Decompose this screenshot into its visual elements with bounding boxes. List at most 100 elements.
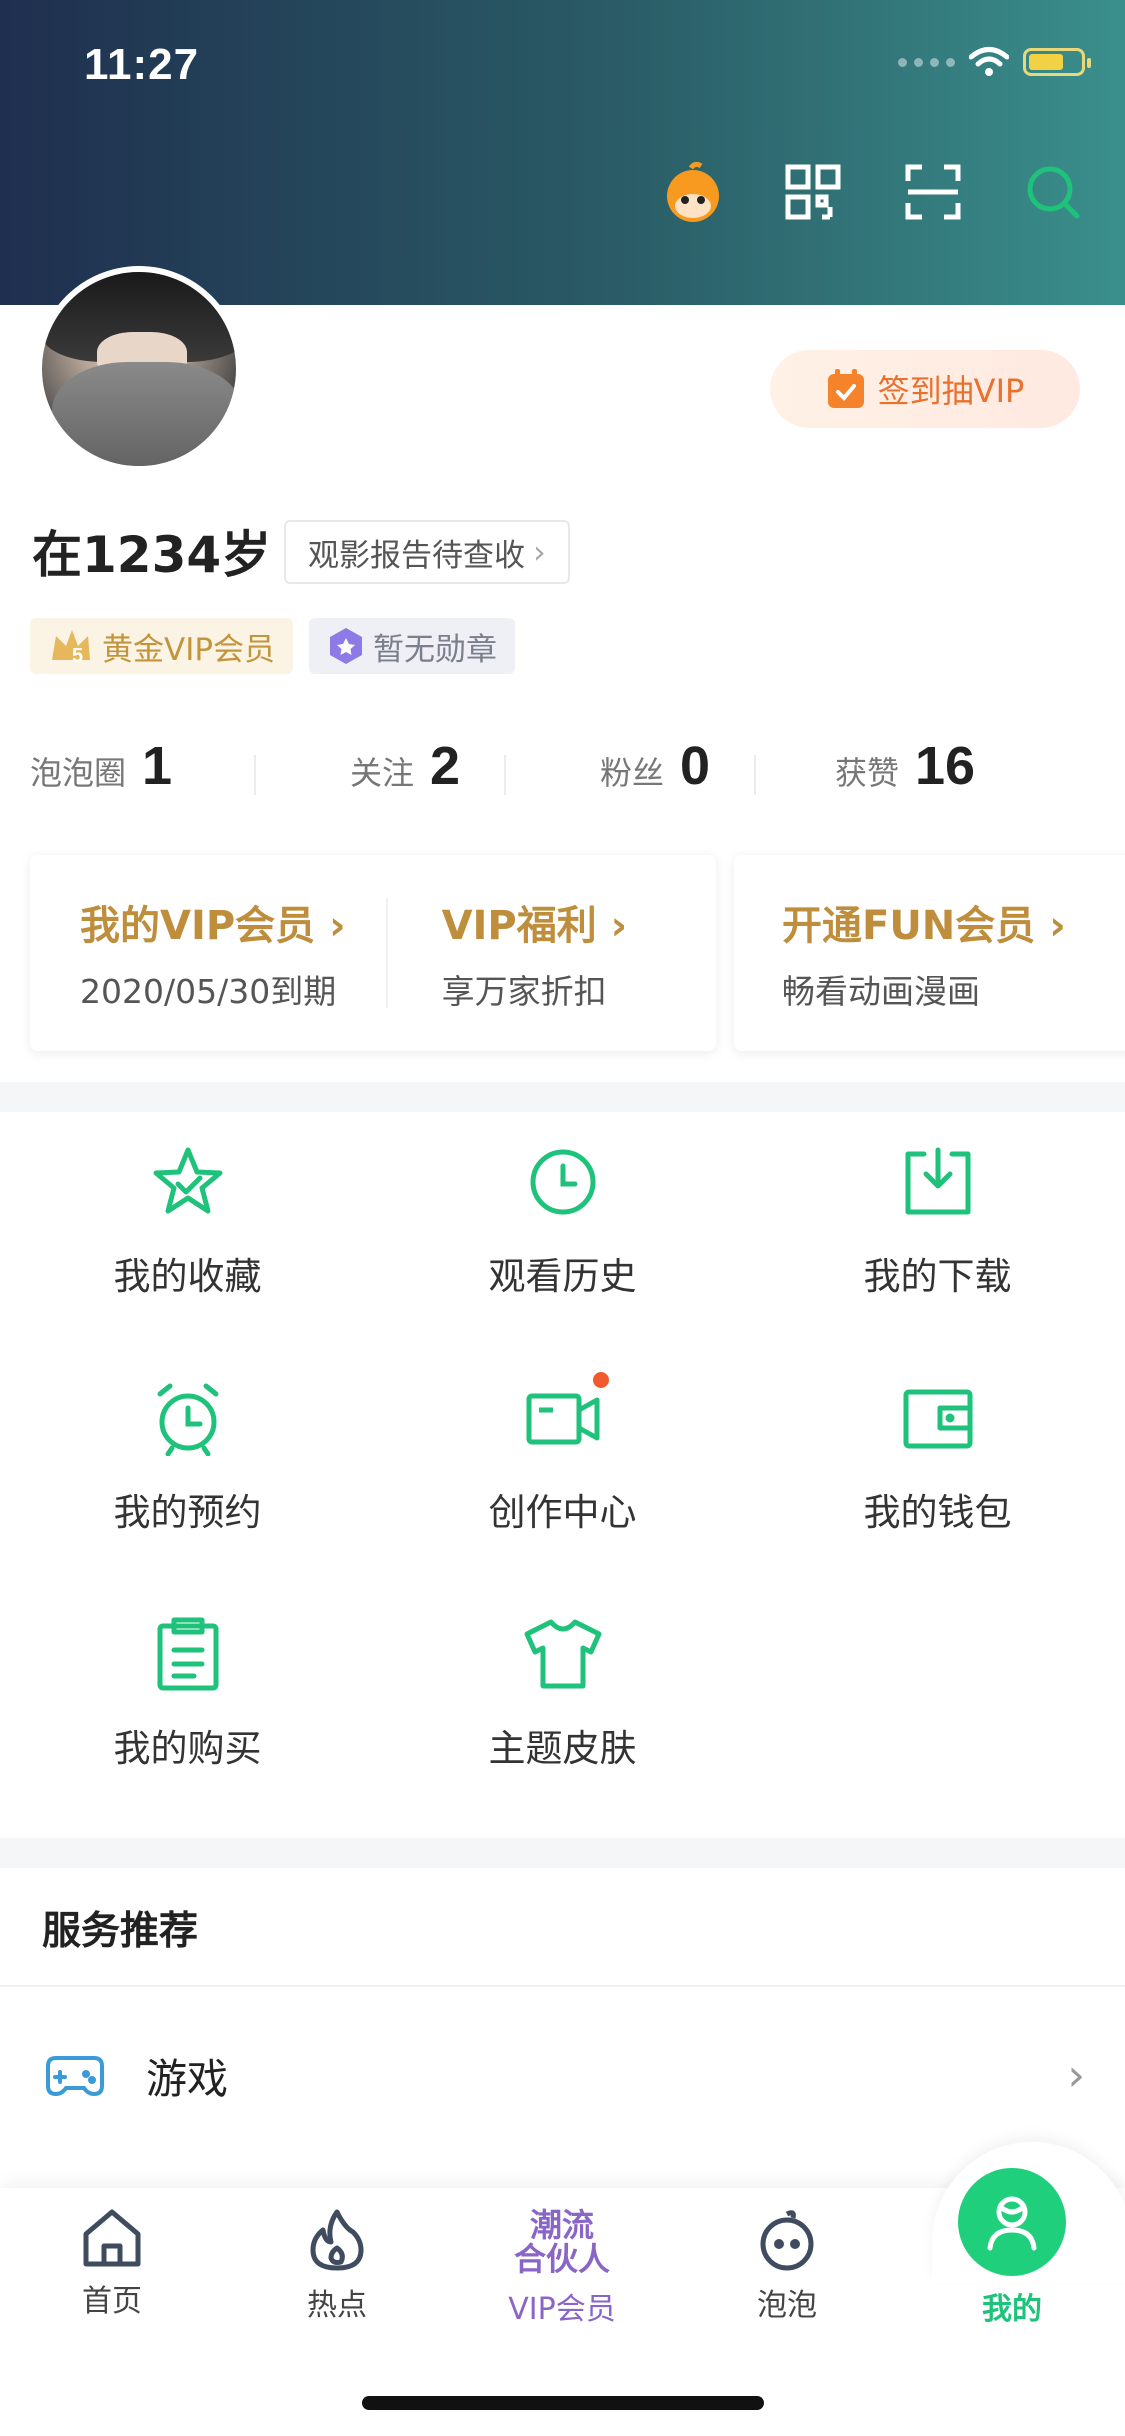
grid-item-purchases[interactable]: 我的购买 xyxy=(0,1612,375,1812)
gamepad-icon xyxy=(46,2056,104,2097)
grid-label: 我的钱包 xyxy=(863,1491,1012,1534)
grid-label: 观看历史 xyxy=(488,1255,637,1298)
grid-label: 我的购买 xyxy=(113,1727,262,1770)
my-vip-title: 我的VIP会员 xyxy=(80,903,316,949)
stats-row: 泡泡圈 1 关注 2 粉丝 0 获赞 16 xyxy=(30,735,1030,797)
services-title: 服务推荐 xyxy=(42,1909,199,1954)
star-icon xyxy=(153,1147,222,1214)
search-icon[interactable] xyxy=(1021,160,1085,224)
vip-welfare-sub: 享万家折扣 xyxy=(441,972,607,1011)
me-tab-button xyxy=(958,2168,1066,2276)
grid-item-themes[interactable]: 主题皮肤 xyxy=(375,1612,750,1812)
my-vip-button[interactable]: 我的VIP会员 › 2020/05/30到期 xyxy=(30,893,386,1013)
bubble-face-icon xyxy=(760,2210,814,2271)
stat-label: 泡泡圈 xyxy=(30,754,127,792)
tab-label: 我的 xyxy=(982,2292,1042,2327)
profile-header: 11:27 xyxy=(0,0,1125,305)
vip-level-badge[interactable]: 5 黄金VIP会员 xyxy=(30,618,294,674)
scan-icon[interactable] xyxy=(901,160,965,224)
tab-label: 首页 xyxy=(82,2284,142,2319)
badges-row: 5 黄金VIP会员 暂无勋章 xyxy=(30,618,516,674)
fun-vip-card[interactable]: 开通FUN会员 › 畅看动画漫画 xyxy=(734,855,1125,1051)
tab-label: VIP会员 xyxy=(508,2292,616,2327)
vip-logo-line2: 合伙人 xyxy=(513,2240,610,2278)
battery-icon xyxy=(1023,48,1091,76)
vip-level-label: 黄金VIP会员 xyxy=(102,631,276,668)
grid-item-history[interactable]: 观看历史 xyxy=(375,1140,750,1340)
stat-fans[interactable]: 粉丝 0 xyxy=(530,735,780,797)
tab-me[interactable]: 我的 xyxy=(922,2168,1102,2328)
crown-icon: 5 xyxy=(52,630,90,666)
grid-label: 主题皮肤 xyxy=(488,1727,637,1770)
section-divider xyxy=(0,1838,1125,1868)
qr-code-icon[interactable] xyxy=(781,160,845,224)
clipboard-icon xyxy=(157,1617,218,1691)
calendar-icon xyxy=(827,369,864,408)
wallet-icon xyxy=(903,1389,972,1449)
grid-item-favorites[interactable]: 我的收藏 xyxy=(0,1140,375,1340)
grid-item-wallet[interactable]: 我的钱包 xyxy=(750,1376,1125,1576)
stat-value: 1 xyxy=(142,736,173,796)
tab-home[interactable]: 首页 xyxy=(22,2208,202,2320)
username: 在1234岁 xyxy=(32,526,272,584)
home-icon xyxy=(83,2209,141,2267)
stat-likes[interactable]: 获赞 16 xyxy=(780,735,1030,797)
service-item-games[interactable]: 游戏 › xyxy=(0,2020,1125,2130)
medal-icon xyxy=(330,628,363,664)
stat-value: 2 xyxy=(429,736,461,796)
stat-value: 0 xyxy=(679,736,711,796)
vip-logo: 潮流 合伙人 xyxy=(514,2208,610,2276)
my-vip-expiry: 2020/05/30到期 xyxy=(80,972,337,1011)
tab-bubble[interactable]: 泡泡 xyxy=(697,2208,877,2324)
medal-badge[interactable]: 暂无勋章 xyxy=(309,618,516,674)
viewing-report-button[interactable]: 观影报告待查收 › xyxy=(284,520,570,584)
stat-label: 粉丝 xyxy=(599,754,664,792)
grid-label: 创作中心 xyxy=(488,1491,637,1534)
vip-welfare-title: VIP福利 xyxy=(441,903,597,949)
grid-item-downloads[interactable]: 我的下载 xyxy=(750,1140,1125,1340)
viewing-report-label: 观影报告待查收 xyxy=(308,537,525,574)
vip-card-main: 我的VIP会员 › 2020/05/30到期 VIP福利 › 享万家折扣 xyxy=(30,855,716,1051)
stat-bubble-circle[interactable]: 泡泡圈 1 xyxy=(30,735,280,797)
svg-text:5: 5 xyxy=(72,645,83,666)
status-indicators xyxy=(898,46,1091,78)
vip-logo-line1: 潮流 xyxy=(529,2206,594,2244)
grid-label: 我的收藏 xyxy=(113,1255,262,1298)
user-icon xyxy=(987,2196,1037,2251)
chevron-right-icon: › xyxy=(533,533,546,571)
section-divider xyxy=(0,1082,1125,1112)
stat-label: 获赞 xyxy=(834,754,899,792)
alarm-icon xyxy=(157,1383,218,1456)
tab-vip[interactable]: 潮流 合伙人 VIP会员 xyxy=(472,2208,652,2328)
vip-welfare-button[interactable]: VIP福利 › 享万家折扣 xyxy=(388,893,678,1013)
medal-label: 暂无勋章 xyxy=(373,631,498,668)
divider xyxy=(0,1985,1125,1987)
clock-icon xyxy=(530,1149,595,1215)
status-time: 11:27 xyxy=(84,40,200,89)
video-camera-icon xyxy=(526,1393,599,1445)
notification-dot xyxy=(592,1372,609,1388)
tab-label: 热点 xyxy=(307,2288,367,2323)
signin-label: 签到抽VIP xyxy=(877,372,1025,410)
fun-vip-sub: 畅看动画漫画 xyxy=(782,972,980,1011)
home-indicator xyxy=(362,2396,764,2410)
tab-hot[interactable]: 热点 xyxy=(247,2208,427,2324)
signin-vip-button[interactable]: 签到抽VIP xyxy=(770,350,1080,428)
fun-vip-title: 开通FUN会员 xyxy=(782,903,1036,949)
grid-label: 我的预约 xyxy=(113,1491,262,1534)
grid-label: 我的下载 xyxy=(863,1255,1012,1298)
vip-cards: 我的VIP会员 › 2020/05/30到期 VIP福利 › 享万家折扣 开通F… xyxy=(30,855,1125,1051)
stat-label: 关注 xyxy=(349,754,414,792)
mascot-icon[interactable] xyxy=(661,160,725,224)
tab-label: 泡泡 xyxy=(757,2288,817,2323)
stat-following[interactable]: 关注 2 xyxy=(280,735,530,797)
header-toolbar xyxy=(661,160,1085,224)
signal-icon xyxy=(898,57,955,67)
download-icon xyxy=(905,1147,970,1215)
chevron-right-icon: › xyxy=(1067,2049,1085,2101)
service-label: 游戏 xyxy=(146,2055,228,2103)
wifi-icon xyxy=(969,47,1009,76)
grid-item-creator-center[interactable]: 创作中心 xyxy=(375,1372,750,1576)
avatar[interactable] xyxy=(36,266,242,472)
grid-item-reservations[interactable]: 我的预约 xyxy=(0,1376,375,1576)
